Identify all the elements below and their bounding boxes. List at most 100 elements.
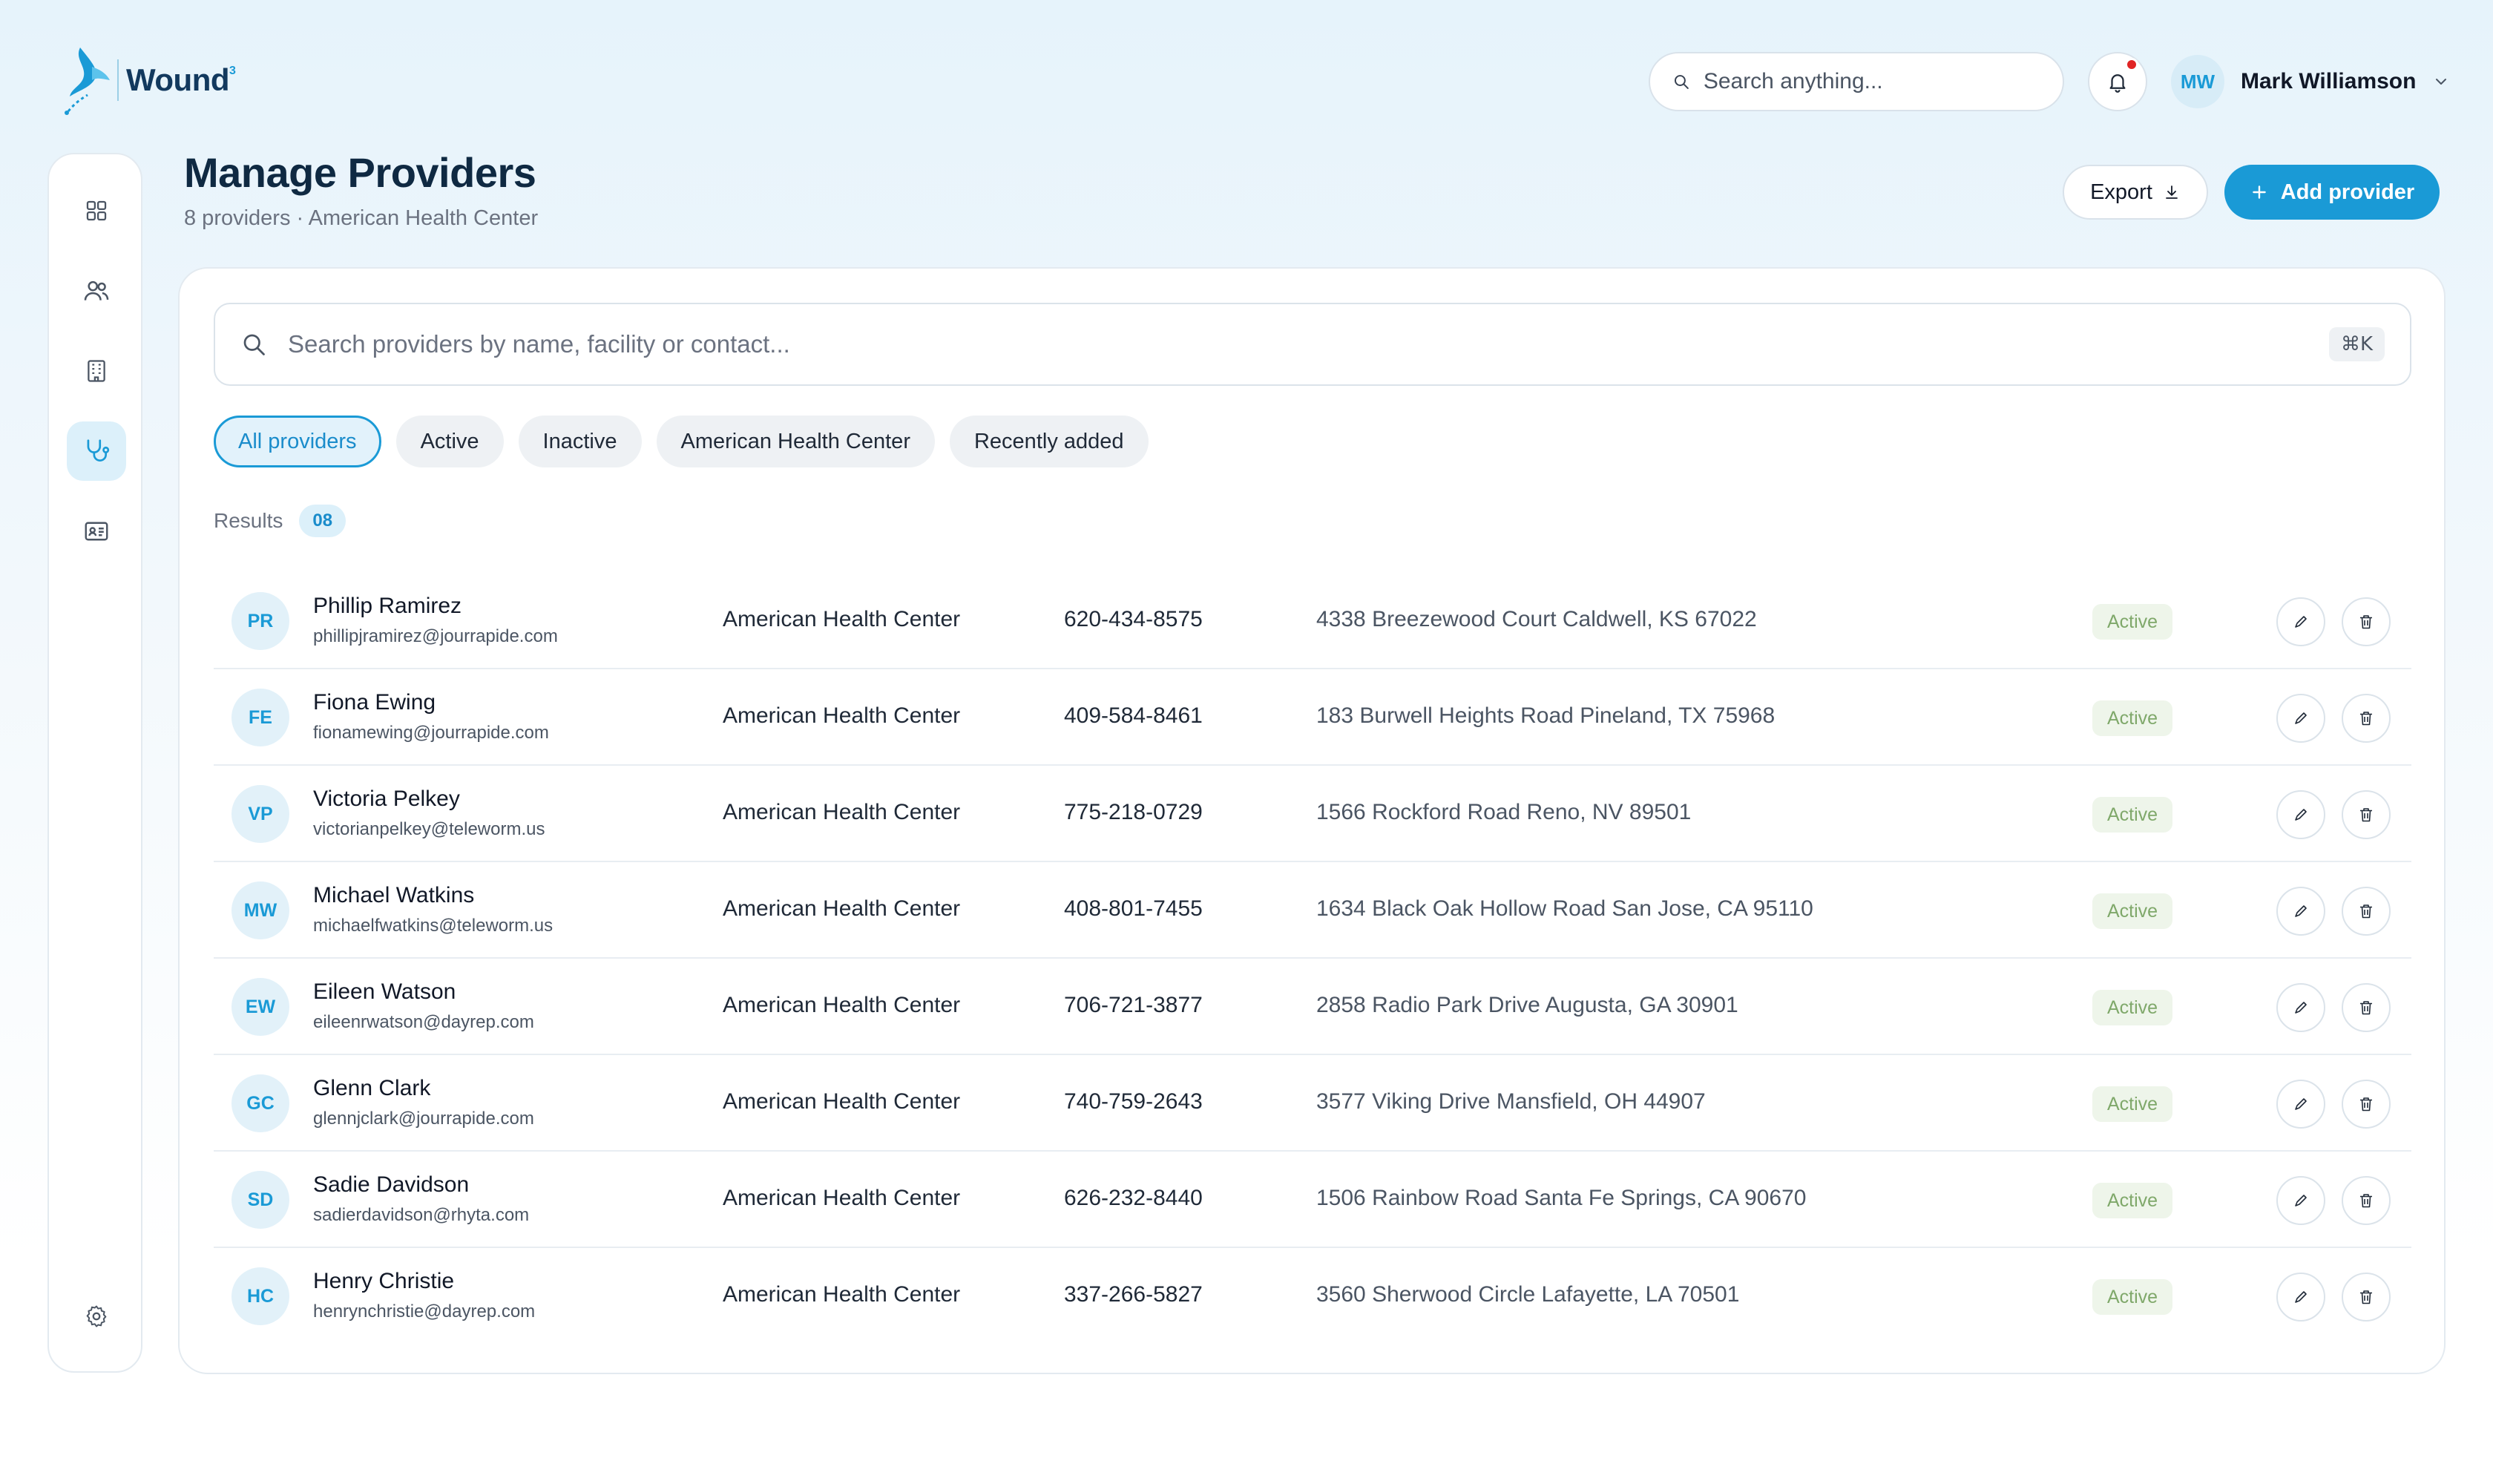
user-name: Mark Williamson xyxy=(2241,69,2417,93)
edit-button[interactable] xyxy=(2276,983,2325,1032)
provider-address: 1634 Black Oak Hollow Road San Jose, CA … xyxy=(1316,896,1813,921)
provider-phone: 409-584-8461 xyxy=(1064,703,1203,728)
sidebar-item-dashboard[interactable] xyxy=(67,181,126,240)
pencil-icon xyxy=(2295,712,2307,724)
filter-chip-active[interactable]: Active xyxy=(395,416,504,467)
wound-logo-icon xyxy=(65,47,110,115)
filter-chip-all-providers[interactable]: All providers xyxy=(214,416,381,467)
provider-phone: 706-721-3877 xyxy=(1064,993,1203,1017)
filter-chip-inactive[interactable]: Inactive xyxy=(518,416,642,467)
trash-icon xyxy=(2360,1290,2372,1304)
delete-button[interactable] xyxy=(2342,887,2391,936)
provider-avatar: EW xyxy=(231,978,289,1036)
app-logo[interactable]: Wound3 xyxy=(58,45,236,116)
search-icon xyxy=(1674,75,1689,89)
results-summary: Results 08 xyxy=(214,505,346,537)
trash-icon xyxy=(2360,712,2372,726)
provider-row[interactable]: FE Fiona Ewing fionamewing@jourrapide.co… xyxy=(214,669,2411,766)
pencil-icon xyxy=(2295,809,2307,821)
delete-button[interactable] xyxy=(2342,983,2391,1032)
pencil-icon xyxy=(2295,1098,2307,1110)
delete-button[interactable] xyxy=(2342,1273,2391,1322)
provider-name: Henry Christie xyxy=(313,1269,455,1293)
delete-button[interactable] xyxy=(2342,790,2391,839)
export-label: Export xyxy=(2090,180,2152,204)
provider-phone: 775-218-0729 xyxy=(1064,800,1203,824)
trash-icon xyxy=(2360,1194,2372,1208)
provider-name: Sadie Davidson xyxy=(313,1172,470,1197)
provider-name: Fiona Ewing xyxy=(313,690,436,715)
provider-row[interactable]: GC Glenn Clark glennjclark@jourrapide.co… xyxy=(214,1055,2411,1152)
global-search-input[interactable] xyxy=(1703,69,2040,94)
edit-button[interactable] xyxy=(2276,597,2325,646)
plus-icon xyxy=(2252,186,2266,199)
provider-row[interactable]: MW Michael Watkins michaelfwatkins@telew… xyxy=(214,862,2411,959)
provider-email: eileenrwatson@dayrep.com xyxy=(313,1012,534,1032)
provider-phone: 337-266-5827 xyxy=(1064,1282,1203,1307)
logo-divider xyxy=(117,59,119,101)
provider-row[interactable]: EW Eileen Watson eileenrwatson@dayrep.co… xyxy=(214,959,2411,1055)
edit-button[interactable] xyxy=(2276,887,2325,936)
provider-row[interactable]: PR Phillip Ramirez phillipjramirez@jourr… xyxy=(214,573,2411,669)
provider-facility: American Health Center xyxy=(723,1282,961,1307)
provider-avatar: MW xyxy=(231,881,289,939)
grid-icon xyxy=(86,200,107,221)
delete-button[interactable] xyxy=(2342,597,2391,646)
provider-address: 3577 Viking Drive Mansfield, OH 44907 xyxy=(1316,1089,1706,1114)
provider-facility: American Health Center xyxy=(723,607,961,631)
provider-row[interactable]: HC Henry Christie henrynchristie@dayrep.… xyxy=(214,1248,2411,1345)
shortcut-hint: ⌘K xyxy=(2328,327,2385,361)
provider-name: Glenn Clark xyxy=(313,1076,431,1100)
status-badge: Active xyxy=(2092,1279,2173,1315)
sidebar-item-facilities[interactable] xyxy=(67,341,126,401)
edit-button[interactable] xyxy=(2276,790,2325,839)
provider-search-input[interactable] xyxy=(288,330,2308,358)
sidebar-item-contacts[interactable] xyxy=(67,502,126,561)
trash-icon xyxy=(2360,1097,2372,1112)
provider-address: 183 Burwell Heights Road Pineland, TX 75… xyxy=(1316,703,1776,728)
provider-email: victorianpelkey@teleworm.us xyxy=(313,819,545,839)
filter-chip-american-health-center[interactable]: American Health Center xyxy=(656,416,935,467)
edit-button[interactable] xyxy=(2276,1176,2325,1225)
delete-button[interactable] xyxy=(2342,1176,2391,1225)
trash-icon xyxy=(2360,615,2372,629)
provider-name: Victoria Pelkey xyxy=(313,787,460,811)
delete-button[interactable] xyxy=(2342,694,2391,743)
edit-button[interactable] xyxy=(2276,694,2325,743)
search-icon xyxy=(243,334,265,355)
status-badge: Active xyxy=(2092,893,2173,929)
export-button[interactable]: Export xyxy=(2063,165,2208,220)
sidebar-item-settings[interactable] xyxy=(67,1287,126,1346)
download-icon xyxy=(2166,186,2178,199)
global-search[interactable] xyxy=(1649,52,2064,111)
pencil-icon xyxy=(2295,1195,2307,1206)
provider-email: fionamewing@jourrapide.com xyxy=(313,723,549,743)
provider-facility: American Health Center xyxy=(723,1186,961,1210)
edit-button[interactable] xyxy=(2276,1273,2325,1322)
user-menu[interactable]: MW Mark Williamson xyxy=(2171,52,2450,111)
provider-search[interactable]: ⌘K xyxy=(214,303,2411,386)
provider-row[interactable]: VP Victoria Pelkey victorianpelkey@telew… xyxy=(214,766,2411,862)
provider-phone: 620-434-8575 xyxy=(1064,607,1203,631)
bell-icon xyxy=(2109,74,2126,93)
provider-facility: American Health Center xyxy=(723,703,961,728)
delete-button[interactable] xyxy=(2342,1080,2391,1129)
provider-row[interactable]: SD Sadie Davidson sadierdavidson@rhyta.c… xyxy=(214,1152,2411,1248)
provider-avatar: HC xyxy=(231,1267,289,1325)
provider-avatar: SD xyxy=(231,1171,289,1229)
page-subtitle: 8 providers · American Health Center xyxy=(184,206,539,230)
notifications-button[interactable] xyxy=(2088,52,2147,111)
status-badge: Active xyxy=(2092,604,2173,640)
provider-phone: 408-801-7455 xyxy=(1064,896,1203,921)
status-badge: Active xyxy=(2092,990,2173,1025)
add-provider-button[interactable]: Add provider xyxy=(2224,165,2440,220)
sidebar xyxy=(47,153,142,1373)
filter-chip-recently-added[interactable]: Recently added xyxy=(949,416,1149,467)
sidebar-item-providers[interactable] xyxy=(67,421,126,481)
brand-name: Wound3 xyxy=(126,62,236,97)
sidebar-item-patients[interactable] xyxy=(67,261,126,321)
edit-button[interactable] xyxy=(2276,1080,2325,1129)
status-badge: Active xyxy=(2092,700,2173,736)
results-count-badge: 08 xyxy=(299,505,346,537)
provider-facility: American Health Center xyxy=(723,896,961,921)
